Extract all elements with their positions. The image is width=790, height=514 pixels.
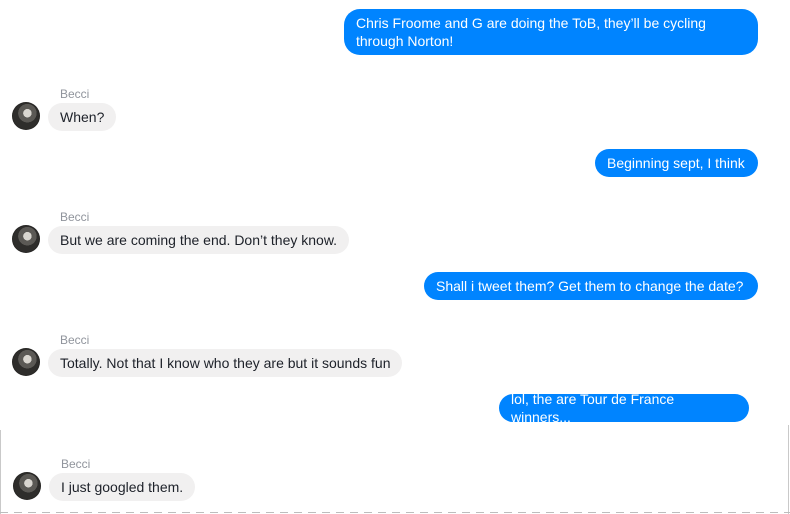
outgoing-message[interactable]: Chris Froome and G are doing the ToB, th… bbox=[344, 9, 758, 55]
message-thread: Chris Froome and G are doing the ToB, th… bbox=[0, 0, 790, 514]
sender-name: Becci bbox=[60, 87, 90, 101]
message-text: When? bbox=[60, 109, 105, 125]
sender-name: Becci bbox=[60, 333, 90, 347]
message-text: But we are coming the end. Don’t they kn… bbox=[60, 232, 338, 248]
incoming-message[interactable]: But we are coming the end. Don’t they kn… bbox=[48, 226, 350, 254]
avatar[interactable] bbox=[12, 225, 40, 253]
screenshot-edge bbox=[0, 430, 1, 514]
avatar[interactable] bbox=[12, 102, 40, 130]
outgoing-message[interactable]: Beginning sept, I think bbox=[595, 149, 758, 177]
avatar[interactable] bbox=[12, 348, 40, 376]
message-text: lol, the are Tour de France winners... bbox=[511, 391, 675, 425]
sender-name: Becci bbox=[60, 210, 90, 224]
incoming-message[interactable]: I just googled them. bbox=[49, 473, 196, 501]
incoming-message[interactable]: When? bbox=[48, 103, 117, 131]
outgoing-message[interactable]: lol, the are Tour de France winners... bbox=[499, 391, 749, 425]
message-text: Shall i tweet them? Get them to change t… bbox=[436, 278, 744, 294]
message-text: Beginning sept, I think bbox=[607, 155, 745, 171]
message-text: Chris Froome and G are doing the ToB, th… bbox=[356, 15, 706, 49]
sender-name: Becci bbox=[61, 457, 91, 471]
screenshot-edge bbox=[788, 425, 789, 514]
message-text: Totally. Not that I know who they are bu… bbox=[60, 355, 391, 371]
incoming-message[interactable]: Totally. Not that I know who they are bu… bbox=[48, 349, 403, 377]
message-text: I just googled them. bbox=[61, 479, 184, 495]
screenshot-edge bbox=[0, 512, 790, 513]
avatar[interactable] bbox=[13, 472, 41, 500]
outgoing-message[interactable]: Shall i tweet them? Get them to change t… bbox=[424, 272, 758, 300]
